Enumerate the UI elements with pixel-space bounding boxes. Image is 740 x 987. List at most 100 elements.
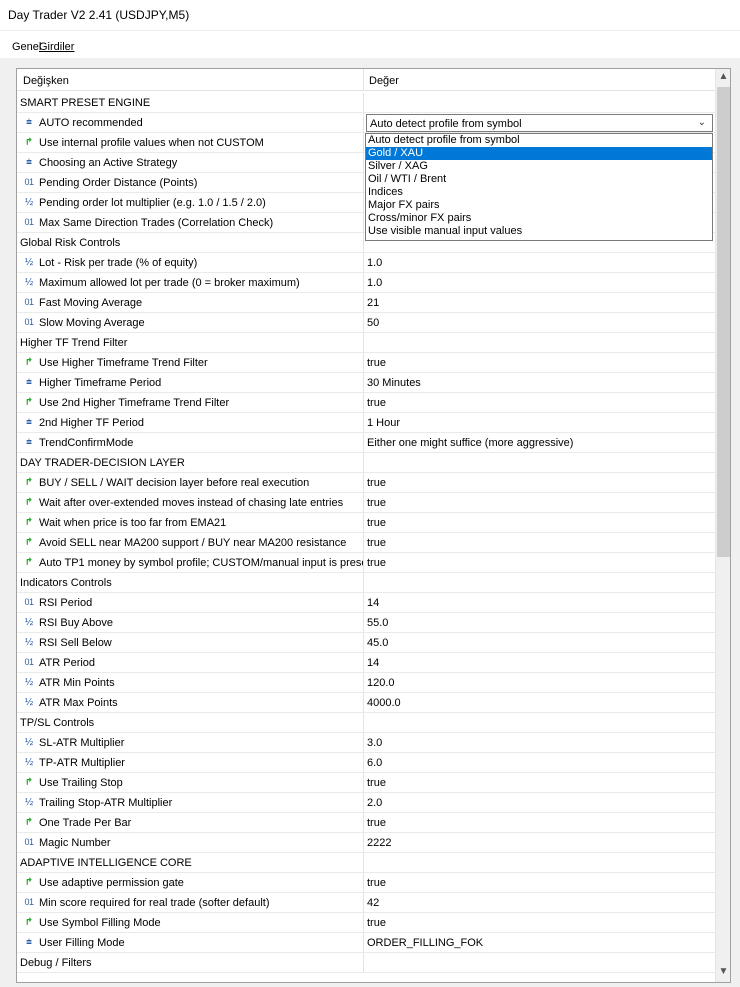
parameter-row[interactable]: ⩧ Higher Timeframe Period 30 Minutes bbox=[17, 373, 715, 393]
section-header[interactable]: DAY TRADER-DECISION LAYER bbox=[17, 453, 715, 473]
parameter-value[interactable]: 21 bbox=[367, 297, 712, 309]
parameter-row[interactable]: 01 RSI Period 14 bbox=[17, 593, 715, 613]
parameter-row[interactable]: ↱ Use Trailing Stop true bbox=[17, 773, 715, 793]
scroll-thumb[interactable] bbox=[717, 87, 730, 557]
parameter-value[interactable]: 1.0 bbox=[367, 257, 712, 269]
section-header[interactable]: Higher TF Trend Filter bbox=[17, 333, 715, 353]
parameter-value[interactable]: 6.0 bbox=[367, 757, 712, 769]
parameter-row[interactable]: ↱ Use Higher Timeframe Trend Filter true bbox=[17, 353, 715, 373]
parameter-value[interactable]: 2.0 bbox=[367, 797, 712, 809]
parameter-row[interactable]: 01 ATR Period 14 bbox=[17, 653, 715, 673]
parameter-row[interactable]: 01 Slow Moving Average 50 bbox=[17, 313, 715, 333]
parameter-value[interactable]: true bbox=[367, 497, 712, 509]
parameter-label: SL-ATR Multiplier bbox=[39, 737, 125, 749]
parameter-row[interactable]: ↱ Wait after over-extended moves instead … bbox=[17, 493, 715, 513]
parameter-row[interactable]: ↱ One Trade Per Bar true bbox=[17, 813, 715, 833]
parameter-row[interactable]: ↱ Use 2nd Higher Timeframe Trend Filter tr… bbox=[17, 393, 715, 413]
integer-icon: 01 bbox=[24, 177, 34, 187]
parameter-row[interactable]: ½ ATR Max Points 4000.0 bbox=[17, 693, 715, 713]
parameter-label: Slow Moving Average bbox=[39, 317, 145, 329]
parameter-row[interactable]: ↱ Auto TP1 money by symbol profile; CUSTO… bbox=[17, 553, 715, 573]
parameter-value[interactable]: 42 bbox=[367, 897, 712, 909]
column-header-variable[interactable]: Değişken bbox=[23, 75, 69, 87]
parameter-value[interactable]: 55.0 bbox=[367, 617, 712, 629]
parameter-row[interactable]: ↱ Use adaptive permission gate true bbox=[17, 873, 715, 893]
parameter-value[interactable]: 50 bbox=[367, 317, 712, 329]
section-header[interactable]: TP/SL Controls bbox=[17, 713, 715, 733]
parameter-value[interactable]: true bbox=[367, 777, 712, 789]
parameter-value[interactable]: 120.0 bbox=[367, 677, 712, 689]
parameter-value[interactable]: true bbox=[367, 537, 712, 549]
parameter-name-cell: Higher TF Trend Filter bbox=[17, 333, 364, 352]
parameter-row[interactable]: ½ SL-ATR Multiplier 3.0 bbox=[17, 733, 715, 753]
column-divider[interactable] bbox=[363, 69, 364, 91]
profile-dropdown-list[interactable]: Auto detect profile from symbol Gold / XA… bbox=[365, 133, 713, 241]
parameter-value[interactable]: true bbox=[367, 557, 712, 569]
scroll-down-icon[interactable]: ▼ bbox=[716, 966, 730, 980]
parameter-value[interactable]: 4000.0 bbox=[367, 697, 712, 709]
parameter-value[interactable]: 1 Hour bbox=[367, 417, 712, 429]
tab-girdiler[interactable]: Girdiler bbox=[39, 41, 74, 53]
parameter-name-cell: ↱ Use Trailing Stop bbox=[17, 773, 364, 792]
tab-genel[interactable]: Genel bbox=[12, 41, 41, 53]
parameter-value[interactable]: true bbox=[367, 877, 712, 889]
parameter-value[interactable]: Either one might suffice (more aggressiv… bbox=[367, 437, 712, 449]
parameter-row[interactable]: ⩧ AUTO recommended Auto detect profile fro… bbox=[17, 113, 715, 133]
parameter-row[interactable]: ↱ Use Symbol Filling Mode true bbox=[17, 913, 715, 933]
parameter-value[interactable]: true bbox=[367, 357, 712, 369]
integer-icon: 01 bbox=[24, 317, 34, 327]
parameter-value[interactable]: true bbox=[367, 917, 712, 929]
dropdown-option[interactable]: Silver / XAG bbox=[366, 160, 712, 173]
dropdown-option[interactable]: Major FX pairs bbox=[366, 199, 712, 212]
parameter-row[interactable]: ½ Trailing Stop-ATR Multiplier 2.0 bbox=[17, 793, 715, 813]
parameter-row[interactable]: ↱ BUY / SELL / WAIT decision layer before… bbox=[17, 473, 715, 493]
parameter-row[interactable]: ½ RSI Buy Above 55.0 bbox=[17, 613, 715, 633]
parameter-value[interactable]: 14 bbox=[367, 657, 712, 669]
parameter-value[interactable]: true bbox=[367, 397, 712, 409]
parameter-label: Min score required for real trade (softe… bbox=[39, 897, 270, 909]
chevron-down-icon[interactable]: ⌄ bbox=[698, 117, 706, 128]
parameter-value[interactable]: 14 bbox=[367, 597, 712, 609]
parameter-name-cell: ↱ Use Symbol Filling Mode bbox=[17, 913, 364, 932]
scroll-up-icon[interactable]: ▲ bbox=[716, 71, 730, 85]
dropdown-option[interactable]: Auto detect profile from symbol bbox=[366, 134, 712, 147]
section-header[interactable]: ADAPTIVE INTELLIGENCE CORE bbox=[17, 853, 715, 873]
parameter-name-cell: ↱ Use Higher Timeframe Trend Filter bbox=[17, 353, 364, 372]
parameter-row[interactable]: ↱ Avoid SELL near MA200 support / BUY nea… bbox=[17, 533, 715, 553]
section-header[interactable]: Indicators Controls bbox=[17, 573, 715, 593]
integer-icon: 01 bbox=[24, 297, 34, 307]
dropdown-option[interactable]: Indices bbox=[366, 186, 712, 199]
parameter-value[interactable]: 45.0 bbox=[367, 637, 712, 649]
parameter-row[interactable]: 01 Min score required for real trade (sof… bbox=[17, 893, 715, 913]
parameter-row[interactable]: 01 Magic Number 2222 bbox=[17, 833, 715, 853]
parameter-value[interactable]: true bbox=[367, 477, 712, 489]
parameter-label: Lot - Risk per trade (% of equity) bbox=[39, 257, 198, 269]
parameter-value[interactable]: 1.0 bbox=[367, 277, 712, 289]
section-header[interactable]: SMART PRESET ENGINE bbox=[17, 93, 715, 113]
parameter-row[interactable]: ↱ Wait when price is too far from EMA21 tr… bbox=[17, 513, 715, 533]
column-header-value[interactable]: Değer bbox=[369, 75, 399, 87]
parameter-value[interactable]: ORDER_FILLING_FOK bbox=[367, 937, 712, 949]
section-header[interactable]: Debug / Filters bbox=[17, 953, 715, 973]
parameter-row[interactable]: ½ TP-ATR Multiplier 6.0 bbox=[17, 753, 715, 773]
parameter-row[interactable]: ½ Lot - Risk per trade (% of equity) 1.0 bbox=[17, 253, 715, 273]
dropdown-option[interactable]: Gold / XAU bbox=[366, 147, 712, 160]
parameter-value[interactable]: 3.0 bbox=[367, 737, 712, 749]
parameter-label: Magic Number bbox=[39, 837, 111, 849]
parameter-row[interactable]: ½ RSI Sell Below 45.0 bbox=[17, 633, 715, 653]
parameter-row[interactable]: ⩧ User Filling Mode ORDER_FILLING_FOK bbox=[17, 933, 715, 953]
parameter-value[interactable]: true bbox=[367, 817, 712, 829]
parameter-value[interactable]: true bbox=[367, 517, 712, 529]
profile-select[interactable]: Auto detect profile from symbol ⌄ bbox=[366, 114, 713, 132]
dropdown-option[interactable]: Use visible manual input values bbox=[366, 225, 712, 238]
vertical-scrollbar[interactable]: ▲ ▼ bbox=[715, 69, 730, 982]
dropdown-option[interactable]: Cross/minor FX pairs bbox=[366, 212, 712, 225]
dropdown-option[interactable]: Oil / WTI / Brent bbox=[366, 173, 712, 186]
parameter-row[interactable]: ⩧ 2nd Higher TF Period 1 Hour bbox=[17, 413, 715, 433]
parameter-value[interactable]: 2222 bbox=[367, 837, 712, 849]
parameter-row[interactable]: ½ Maximum allowed lot per trade (0 = brok… bbox=[17, 273, 715, 293]
parameter-row[interactable]: 01 Fast Moving Average 21 bbox=[17, 293, 715, 313]
parameter-value[interactable]: 30 Minutes bbox=[367, 377, 712, 389]
parameter-row[interactable]: ⩧ TrendConfirmMode Either one might suffic… bbox=[17, 433, 715, 453]
parameter-row[interactable]: ½ ATR Min Points 120.0 bbox=[17, 673, 715, 693]
